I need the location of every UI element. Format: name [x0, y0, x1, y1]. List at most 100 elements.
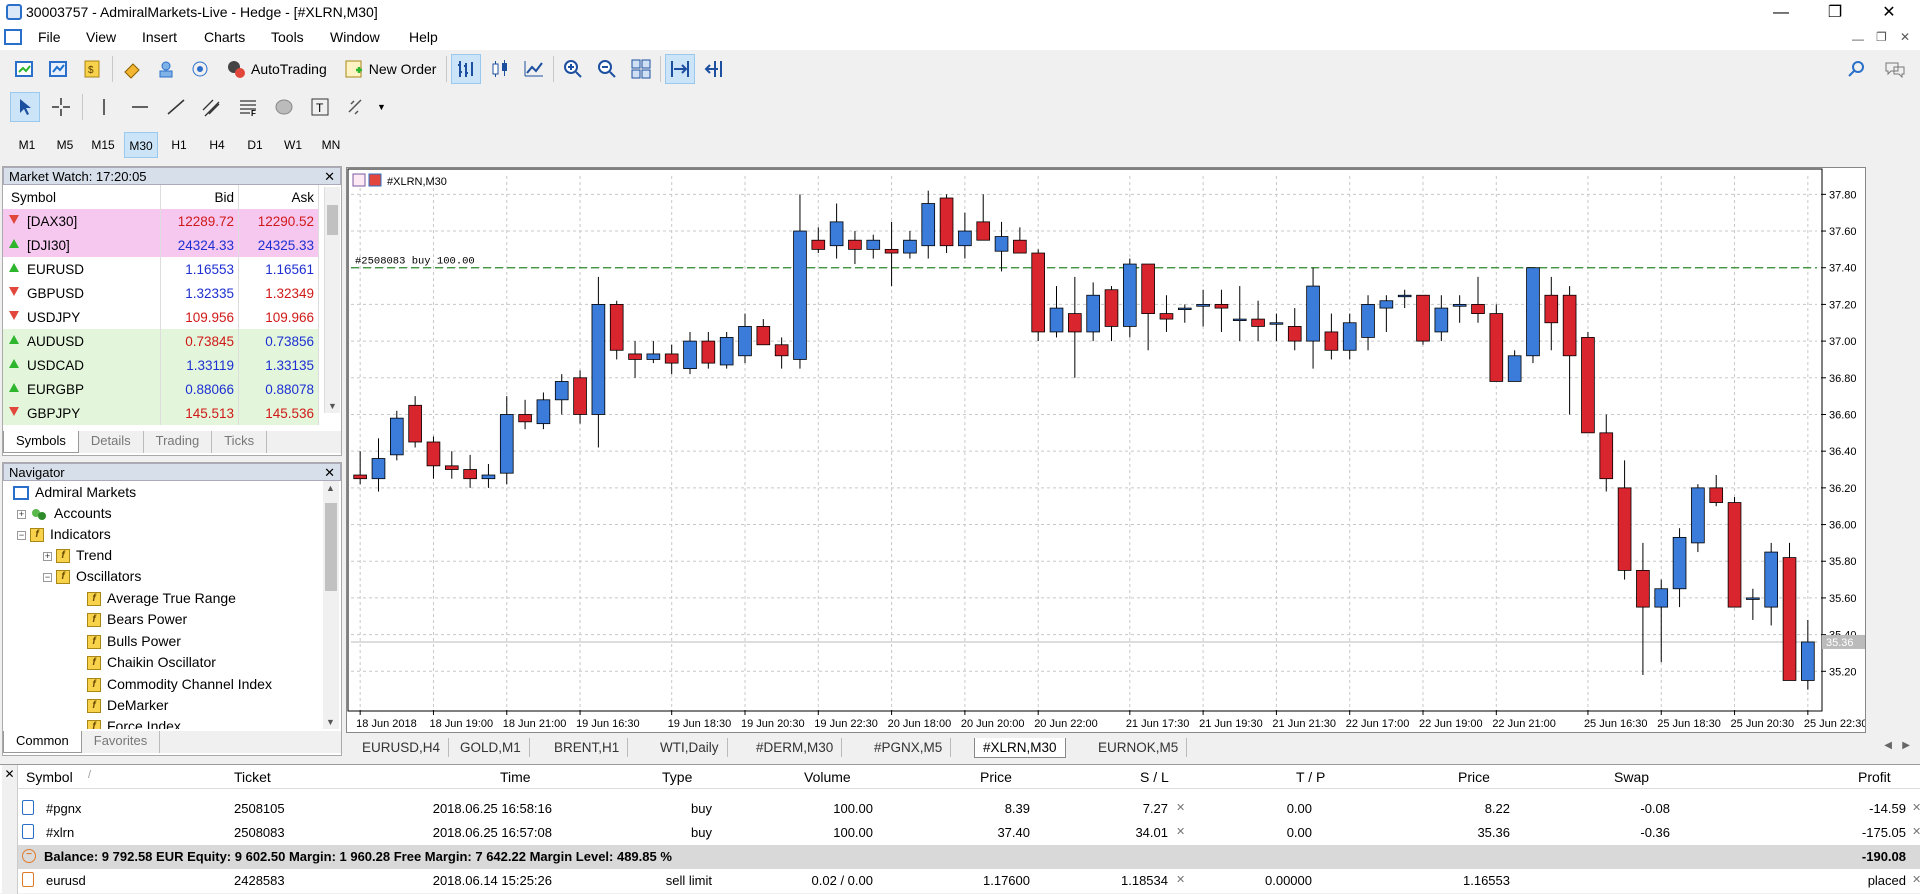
- tf-d1[interactable]: D1: [238, 132, 272, 158]
- th-symbol[interactable]: Symbol: [26, 769, 73, 785]
- remove-icon[interactable]: ✕: [1176, 873, 1185, 886]
- nav-indicators[interactable]: − f Indicators: [17, 524, 111, 545]
- terminal-close-icon[interactable]: ✕: [2, 767, 17, 781]
- market-watch-row[interactable]: AUDUSD 0.73845 0.73856: [3, 329, 319, 353]
- collapse-icon[interactable]: −: [43, 572, 52, 582]
- candle[interactable]: [481, 474, 496, 480]
- expand-icon[interactable]: +: [43, 551, 52, 561]
- mdi-close-icon[interactable]: ✕: [1900, 30, 1910, 44]
- tf-m5[interactable]: M5: [48, 132, 82, 158]
- navigator-icon[interactable]: [151, 54, 181, 84]
- zoom-in-icon[interactable]: [558, 54, 588, 84]
- tf-m1[interactable]: M1: [10, 132, 44, 158]
- candle[interactable]: [829, 221, 844, 247]
- candlestick-icon[interactable]: [485, 54, 515, 84]
- candle[interactable]: [848, 239, 862, 250]
- scroll-thumb[interactable]: [325, 503, 337, 591]
- auto-scroll-icon[interactable]: [665, 54, 696, 84]
- trade-row[interactable]: #xlrn 2508083 2018.06.25 16:57:08 buy 100.00…: [18, 821, 1920, 845]
- tf-h4[interactable]: H4: [200, 132, 234, 158]
- nav-indicator-item[interactable]: f DeMarker: [87, 695, 168, 716]
- th-time[interactable]: Time: [500, 769, 531, 785]
- tab-common[interactable]: Common: [3, 731, 82, 753]
- signals-icon[interactable]: [185, 54, 215, 84]
- candle[interactable]: [1452, 304, 1467, 307]
- candle[interactable]: [1196, 304, 1210, 307]
- nav-indicator-item[interactable]: f Bears Power: [87, 609, 187, 630]
- candle[interactable]: [371, 458, 386, 480]
- chart-tab[interactable]: GOLD,M1: [452, 738, 530, 757]
- nav-indicator-item[interactable]: f Average True Range: [87, 588, 236, 609]
- th-volume[interactable]: Volume: [804, 769, 851, 785]
- tabs-scroll-right-icon[interactable]: ▶: [1902, 740, 1910, 751]
- market-watch-row[interactable]: EURGBP 0.88066 0.88078: [3, 377, 319, 401]
- menu-file[interactable]: File: [38, 29, 61, 45]
- candle[interactable]: [1269, 322, 1284, 325]
- th-ticket[interactable]: Ticket: [234, 769, 271, 785]
- menu-charts[interactable]: Charts: [204, 29, 245, 45]
- candle[interactable]: [1324, 331, 1339, 351]
- chart-tab[interactable]: BRENT,H1: [546, 738, 629, 757]
- equidistant-channel-icon[interactable]: [197, 92, 227, 122]
- new-order-button[interactable]: New Order: [337, 54, 443, 84]
- candle[interactable]: [1251, 318, 1265, 327]
- navigator-scrollbar[interactable]: ▲ ▼: [323, 481, 339, 729]
- candle[interactable]: [1159, 313, 1174, 320]
- close-icon[interactable]: ✕: [324, 168, 335, 186]
- chat-icon[interactable]: [1884, 60, 1906, 81]
- chevron-down-icon[interactable]: ▼: [377, 102, 386, 112]
- bar-chart-icon[interactable]: [451, 54, 482, 84]
- candle[interactable]: [774, 344, 789, 357]
- trade-row[interactable]: #pgnx 2508105 2018.06.25 16:58:16 buy 100.00…: [18, 797, 1920, 821]
- candle[interactable]: [884, 248, 899, 254]
- candle[interactable]: [1709, 487, 1724, 503]
- candle[interactable]: [719, 337, 734, 366]
- candle[interactable]: [408, 404, 422, 443]
- candle[interactable]: [939, 197, 954, 247]
- candle[interactable]: [1342, 322, 1357, 351]
- col-ask[interactable]: Ask: [238, 185, 319, 209]
- remove-icon[interactable]: ✕: [1176, 801, 1185, 814]
- candle[interactable]: [701, 340, 716, 364]
- trade-row[interactable]: eurusd 2428583 2018.06.14 15:25:26 sell lim…: [18, 869, 1920, 893]
- nav-admiral-markets[interactable]: Admiral Markets: [13, 482, 136, 503]
- candle[interactable]: [1068, 313, 1082, 333]
- one-click-trading-icon[interactable]: [368, 173, 382, 187]
- close-button[interactable]: ✕: [1866, 0, 1912, 26]
- tab-ticks[interactable]: Ticks: [212, 431, 268, 453]
- menu-help[interactable]: Help: [409, 29, 438, 45]
- collapse-icon[interactable]: −: [17, 530, 26, 540]
- candle[interactable]: [444, 465, 459, 470]
- candle[interactable]: [1416, 294, 1430, 342]
- market-watch-row[interactable]: [DAX30] 12289.72 12290.52: [3, 209, 319, 233]
- candle[interactable]: [903, 239, 917, 254]
- candle[interactable]: [1581, 337, 1595, 434]
- candle[interactable]: [1086, 294, 1100, 333]
- candle[interactable]: [1379, 300, 1394, 309]
- candle[interactable]: [1801, 641, 1815, 681]
- nav-indicator-item[interactable]: f Chaikin Oscillator: [87, 652, 216, 673]
- col-bid[interactable]: Bid: [160, 185, 240, 209]
- chart-tab[interactable]: #DERM,M30: [748, 738, 843, 757]
- candle[interactable]: [1764, 551, 1779, 608]
- tf-m15[interactable]: M15: [86, 132, 120, 158]
- candle[interactable]: [1141, 263, 1155, 314]
- text-icon[interactable]: T: [305, 92, 335, 122]
- candle[interactable]: [499, 414, 514, 474]
- candle[interactable]: [518, 414, 532, 423]
- candle[interactable]: [994, 236, 1009, 252]
- candle[interactable]: [1434, 307, 1449, 333]
- candle[interactable]: [1636, 570, 1650, 608]
- nav-indicator-item[interactable]: f Commodity Channel Index: [87, 674, 272, 695]
- market-watch-row[interactable]: USDJPY 109.956 109.966: [3, 305, 319, 329]
- th-price[interactable]: Price: [980, 769, 1012, 785]
- crosshair-icon[interactable]: [46, 92, 76, 122]
- candle[interactable]: [664, 353, 679, 364]
- close-icon[interactable]: ✕: [324, 464, 335, 482]
- candle[interactable]: [1361, 304, 1375, 338]
- chart-tab[interactable]: EURUSD,H4: [354, 738, 450, 757]
- mdi-restore-icon[interactable]: ❐: [1876, 30, 1887, 44]
- candle[interactable]: [1306, 285, 1320, 342]
- candle[interactable]: [756, 326, 771, 346]
- candle[interactable]: [463, 469, 477, 480]
